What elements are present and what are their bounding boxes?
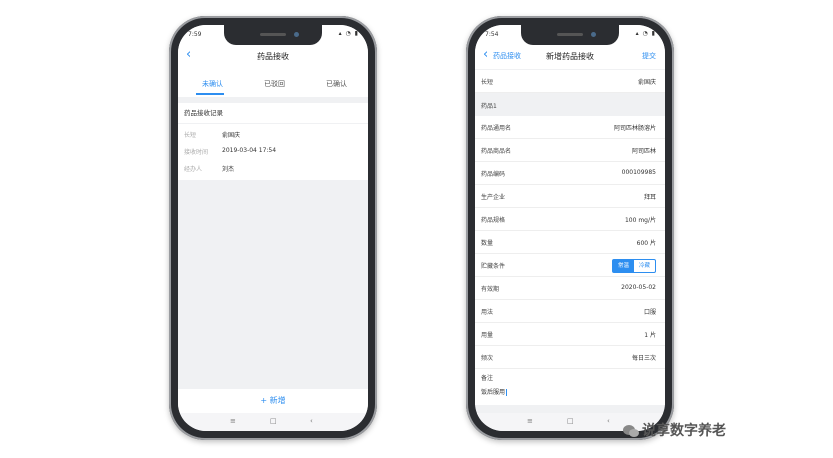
field-value: 每日三次 <box>631 355 656 362</box>
home-icon[interactable]: □ <box>567 417 574 425</box>
field-label: 数量 <box>481 240 494 247</box>
record-row: 长短 俞国庆 <box>184 130 240 139</box>
record-row: 接收时间 2019-03-04 17:54 <box>184 147 276 156</box>
group-label: 药品1 <box>481 103 497 110</box>
active-tab-indicator <box>196 93 224 95</box>
record-row: 经办人 刘杰 <box>184 164 234 173</box>
tab-unconfirmed[interactable]: 未确认 <box>202 79 223 89</box>
text-cursor <box>506 389 508 396</box>
tab-rejected[interactable]: 已驳回 <box>264 79 285 89</box>
right-screen: 7:54 ▴ ◔ ▮ ‹ 药品接收 新增药品接收 提交 长短 俞国庆 药品1 药… <box>475 25 665 431</box>
status-icons: ▴ ◔ ▮ <box>635 30 656 37</box>
field-label: 药品商品名 <box>481 148 512 155</box>
field-value: 阿司匹林 <box>631 148 656 155</box>
form-row-quantity[interactable]: 数量 600 片 <box>475 231 665 254</box>
status-time: 7:59 <box>188 31 202 38</box>
left-phone: 7:59 ▴ ◔ ▮ ‹ 药品接收 未确认 已驳回 已确认 药品接收记录 长短 … <box>169 16 377 440</box>
record-value: 刘杰 <box>222 166 235 173</box>
watermark-text: 说享数字养老 <box>642 423 726 439</box>
field-label: 药品通用名 <box>481 125 512 132</box>
field-label: 长短 <box>481 79 494 86</box>
field-value: 1 片 <box>644 332 656 339</box>
form-row-manufacturer[interactable]: 生产企业 拜耳 <box>475 185 665 208</box>
form-row-spec[interactable]: 药品规格 100 mg/片 <box>475 208 665 231</box>
form-row-brand-name[interactable]: 药品商品名 阿司匹林 <box>475 139 665 162</box>
field-value: 100 mg/片 <box>624 217 656 224</box>
form-row-generic-name[interactable]: 药品通用名 阿司匹林肠溶片 <box>475 116 665 139</box>
remark-text: 饭后服用 <box>481 389 506 396</box>
status-icons: ▴ ◔ ▮ <box>338 30 359 37</box>
remark-label: 备注 <box>481 375 494 382</box>
notch <box>521 25 619 45</box>
field-value: 600 片 <box>636 240 656 247</box>
drug-group-header: 药品1 <box>475 93 665 115</box>
remark-field[interactable]: 备注 饭后服用 <box>475 369 665 405</box>
tab-bar: 未确认 已驳回 已确认 <box>178 69 368 97</box>
field-label: 生产企业 <box>481 194 506 201</box>
add-button[interactable]: + 新增 <box>178 389 368 413</box>
field-value: 2020-05-02 <box>621 284 656 291</box>
form-row-usage[interactable]: 用法 口服 <box>475 300 665 323</box>
remark-input[interactable]: 饭后服用 <box>481 387 508 396</box>
field-label: 贮藏条件 <box>481 263 506 270</box>
field-value: 俞国庆 <box>637 79 656 86</box>
field-value: 拜耳 <box>643 194 656 201</box>
storage-option-normal[interactable]: 常温 <box>612 260 634 272</box>
field-value: 000109985 <box>621 169 656 176</box>
tab-confirmed[interactable]: 已确认 <box>326 79 347 89</box>
field-label: 用量 <box>481 332 494 339</box>
form-row-dosage[interactable]: 用量 1 片 <box>475 323 665 346</box>
field-label: 药品规格 <box>481 217 506 224</box>
record-key: 长短 <box>184 132 197 139</box>
submit-button[interactable]: 提交 <box>642 51 656 61</box>
page-title: 药品接收 <box>257 52 289 61</box>
record-value: 俞国庆 <box>222 132 241 139</box>
field-label: 有效期 <box>481 286 500 293</box>
watermark: 说享数字养老 <box>622 420 726 440</box>
field-label: 药品编码 <box>481 171 506 178</box>
wechat-icon <box>623 425 639 437</box>
record-value: 2019-03-04 17:54 <box>222 147 277 154</box>
menu-icon[interactable]: ≡ <box>230 417 236 425</box>
back-icon[interactable]: ‹ <box>310 417 313 425</box>
record-card[interactable]: 长短 俞国庆 接收时间 2019-03-04 17:54 经办人 刘杰 <box>178 124 368 180</box>
status-time: 7:54 <box>485 31 499 38</box>
system-nav-bar: ≡ □ ‹ <box>178 413 368 431</box>
left-screen: 7:59 ▴ ◔ ▮ ‹ 药品接收 未确认 已驳回 已确认 药品接收记录 长短 … <box>178 25 368 431</box>
field-value: 阿司匹林肠溶片 <box>613 125 656 132</box>
form-row-frequency[interactable]: 频次 每日三次 <box>475 346 665 369</box>
back-icon[interactable]: ‹ <box>607 417 610 425</box>
nav-bar: ‹ 药品接收 新增药品接收 提交 <box>475 43 665 69</box>
section-title: 药品接收记录 <box>178 103 368 123</box>
nav-bar: ‹ 药品接收 <box>178 43 368 69</box>
page-title: 新增药品接收 <box>546 52 594 61</box>
form-row-drug-code[interactable]: 药品编码 000109985 <box>475 162 665 185</box>
form-row-storage: 贮藏条件 常温 冷藏 <box>475 254 665 277</box>
menu-icon[interactable]: ≡ <box>527 417 533 425</box>
field-value: 口服 <box>643 309 656 316</box>
storage-option-cold[interactable]: 冷藏 <box>634 260 655 272</box>
record-key: 经办人 <box>184 166 203 173</box>
record-key: 接收时间 <box>184 149 209 156</box>
field-label: 频次 <box>481 355 494 362</box>
form-row-elder[interactable]: 长短 俞国庆 <box>475 70 665 93</box>
form-row-expiry[interactable]: 有效期 2020-05-02 <box>475 277 665 300</box>
notch <box>224 25 322 45</box>
home-icon[interactable]: □ <box>270 417 277 425</box>
right-phone: 7:54 ▴ ◔ ▮ ‹ 药品接收 新增药品接收 提交 长短 俞国庆 药品1 药… <box>466 16 674 440</box>
field-label: 用法 <box>481 309 494 316</box>
storage-segmented-control: 常温 冷藏 <box>611 259 656 273</box>
